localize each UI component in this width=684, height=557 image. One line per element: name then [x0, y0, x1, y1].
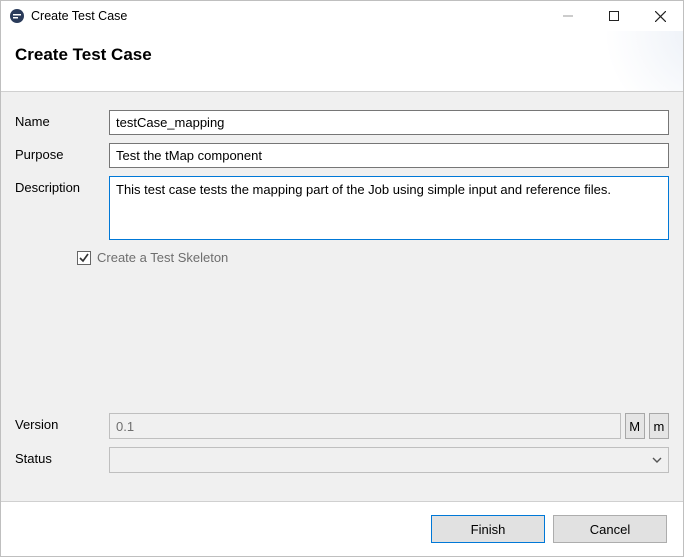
row-purpose: Purpose — [15, 143, 669, 168]
create-test-case-dialog: Create Test Case Create Test Case Name — [0, 0, 684, 557]
label-purpose: Purpose — [15, 143, 109, 162]
form-area: Name Purpose Description This test case … — [1, 91, 683, 502]
app-icon — [9, 8, 25, 24]
button-bar: Finish Cancel — [1, 502, 683, 556]
finish-button[interactable]: Finish — [431, 515, 545, 543]
row-name: Name — [15, 110, 669, 135]
minimize-button[interactable] — [545, 1, 591, 31]
skeleton-label: Create a Test Skeleton — [97, 250, 228, 265]
label-description: Description — [15, 176, 109, 195]
dialog-header: Create Test Case — [1, 31, 683, 91]
titlebar: Create Test Case — [1, 1, 683, 31]
label-status: Status — [15, 447, 109, 466]
dialog-heading: Create Test Case — [15, 45, 665, 65]
window-controls — [545, 1, 683, 31]
row-description: Description This test case tests the map… — [15, 176, 669, 240]
label-name: Name — [15, 110, 109, 129]
spacer — [1, 275, 683, 405]
status-select[interactable] — [109, 447, 669, 473]
form-lower: Version M m Status — [1, 405, 683, 501]
row-skeleton: Create a Test Skeleton — [77, 250, 669, 265]
row-version: Version M m — [15, 413, 669, 439]
row-status: Status — [15, 447, 669, 473]
maximize-button[interactable] — [591, 1, 637, 31]
window-title: Create Test Case — [31, 9, 127, 23]
label-version: Version — [15, 413, 109, 432]
skeleton-checkbox[interactable] — [77, 251, 91, 265]
version-input — [109, 413, 621, 439]
purpose-input[interactable] — [109, 143, 669, 168]
version-major-button[interactable]: M — [625, 413, 645, 439]
chevron-down-icon — [652, 455, 662, 466]
close-button[interactable] — [637, 1, 683, 31]
description-textarea[interactable]: This test case tests the mapping part of… — [109, 176, 669, 240]
name-input[interactable] — [109, 110, 669, 135]
form-upper: Name Purpose Description This test case … — [1, 92, 683, 275]
header-decoration — [573, 31, 683, 91]
version-minor-button[interactable]: m — [649, 413, 669, 439]
cancel-button[interactable]: Cancel — [553, 515, 667, 543]
